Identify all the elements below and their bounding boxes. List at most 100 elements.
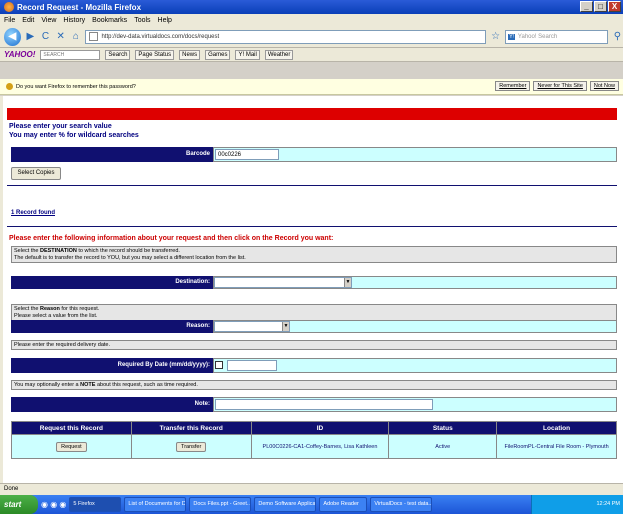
address-bar[interactable]: http://dev-data.virtualdocs.com/docs/req… <box>85 29 487 44</box>
note-help: You may optionally enter a NOTE about th… <box>11 380 617 390</box>
remember-button[interactable]: Remember <box>495 81 531 91</box>
window-controls: _ □ X <box>580 1 621 12</box>
home-icon[interactable]: ⌂ <box>70 30 81 44</box>
records-found-link[interactable]: 1 Record found <box>11 210 55 216</box>
destination-label: Destination: <box>11 276 213 289</box>
column-header: Location <box>496 421 617 435</box>
back-icon[interactable]: ◀ <box>4 27 21 46</box>
task-docs-files[interactable]: Docs Files.ppt - Greet... <box>189 497 252 512</box>
notification-buttons: Remember Never for This Site Not Now <box>495 81 619 91</box>
status-text: Done <box>4 486 19 492</box>
task-virtualdocs[interactable]: VirtualDocs - test data... <box>370 497 433 512</box>
record-status: Active <box>388 434 498 459</box>
menu-edit[interactable]: Edit <box>22 17 34 24</box>
system-tray: 12:24 PM <box>531 495 623 514</box>
reason-help-line2: Please select a value from the list. <box>14 313 98 319</box>
chevron-down-icon[interactable]: ▼ <box>344 278 351 287</box>
reason-help: Select the Reason for this request. Plea… <box>11 304 617 321</box>
task-list-documents[interactable]: List of Documents for D... <box>124 497 187 512</box>
toolbar-item-news[interactable]: News <box>179 49 201 60</box>
records-table: Request this Record Transfer this Record… <box>11 421 617 459</box>
task-adobe-reader[interactable]: Adobe Reader <box>319 497 368 512</box>
maximize-button[interactable]: □ <box>594 1 607 12</box>
menu-help[interactable]: Help <box>158 17 172 24</box>
password-notification-bar: Do you want Firefox to remember this pas… <box>0 79 623 95</box>
search-placeholder: Yahoo! Search <box>517 33 558 40</box>
column-header: ID <box>250 421 390 435</box>
info-icon <box>6 83 13 90</box>
calendar-icon[interactable] <box>215 361 223 369</box>
search-box[interactable]: Y! Yahoo! Search <box>505 29 608 44</box>
destination-select[interactable]: ▼ <box>214 277 352 288</box>
clock[interactable]: 12:24 PM <box>596 501 620 507</box>
window-titlebar[interactable]: Record Request - Mozilla Firefox _ □ X <box>0 0 623 14</box>
reason-select[interactable]: ▼ <box>214 321 290 332</box>
address-text: http://dev-data.virtualdocs.com/docs/req… <box>101 33 220 40</box>
destination-help-text-2: to which the record should be transferre… <box>76 248 180 254</box>
menu-file[interactable]: File <box>4 17 15 24</box>
destination-help-bold: DESTINATION <box>40 248 77 254</box>
destination-help: Select the DESTINATION to which the reco… <box>11 246 617 263</box>
record-id: PL00C0226-CA1-Coffey-Barnes, Lisa Kathle… <box>250 434 390 459</box>
not-now-button[interactable]: Not Now <box>589 81 619 91</box>
search-engine-icon[interactable]: Y! <box>508 33 515 40</box>
toolbar-item-mail[interactable]: Y! Mail <box>235 49 260 60</box>
select-copies-button[interactable]: Select Copies <box>11 167 61 180</box>
table-header-row: Request this Record Transfer this Record… <box>11 421 617 435</box>
toolbar-item-weather[interactable]: Weather <box>264 49 294 60</box>
task-demo-software[interactable]: Demo Software Applicati... <box>254 497 317 512</box>
windows-taskbar: start ◉ ◉ ◉ 5 Firefox List of Documents … <box>0 495 623 514</box>
page-content: Please enter your search value You may e… <box>0 96 623 483</box>
menu-bookmarks[interactable]: Bookmarks <box>92 17 127 24</box>
request-button[interactable]: Request <box>56 441 87 452</box>
note-help-text: You may optionally enter a <box>14 382 81 388</box>
window-title: Record Request - Mozilla Firefox <box>17 2 142 12</box>
navigation-bar: ◀ ▶ C ✕ ⌂ http://dev-data.virtualdocs.co… <box>0 26 623 48</box>
note-help-text-2: about this request, such as time require… <box>95 382 198 388</box>
toolbar-item-games[interactable]: Games <box>205 49 231 60</box>
request-instruction: Please enter the following information a… <box>9 235 334 242</box>
quick-launch-icon[interactable]: ◉ ◉ ◉ <box>41 500 66 509</box>
bookmark-star-icon[interactable]: ☆ <box>490 30 501 44</box>
close-button[interactable]: X <box>608 1 621 12</box>
reason-label: Reason: <box>11 320 213 333</box>
required-date-label: Required By Date (mm/dd/yyyy): <box>11 358 213 373</box>
required-date-input[interactable] <box>227 360 277 371</box>
yahoo-search-input[interactable]: SEARCH <box>40 49 101 60</box>
task-firefox[interactable]: 5 Firefox <box>69 497 122 512</box>
menu-view[interactable]: View <box>41 17 56 24</box>
header-red-bar <box>7 108 617 120</box>
minimize-button[interactable]: _ <box>580 1 593 12</box>
transfer-cell: Transfer <box>130 434 252 459</box>
note-input[interactable] <box>215 399 433 410</box>
forward-icon[interactable]: ▶ <box>25 30 36 44</box>
date-help: Please enter the required delivery date. <box>11 340 617 350</box>
chevron-down-icon[interactable]: ▼ <box>282 322 289 331</box>
page-icon <box>89 32 99 41</box>
request-cell: Request <box>11 434 132 459</box>
menu-tools[interactable]: Tools <box>134 17 150 24</box>
reason-help-text-2: for this request. <box>59 306 100 312</box>
stop-icon[interactable]: ✕ <box>55 30 66 44</box>
yahoo-logo[interactable]: YAHOO! <box>4 50 35 59</box>
start-button[interactable]: start <box>0 495 38 514</box>
table-row: Request Transfer PL00C0226-CA1-Coffey-Ba… <box>11 434 617 459</box>
status-bar: Done <box>0 483 623 495</box>
notification-text: Do you want Firefox to remember this pas… <box>16 83 136 90</box>
menu-history[interactable]: History <box>63 17 85 24</box>
barcode-input[interactable]: 00c0226 <box>215 149 279 160</box>
reason-help-text: Select the <box>14 306 40 312</box>
column-header: Status <box>388 421 498 435</box>
column-header: Request this Record <box>11 421 132 435</box>
search-go-icon[interactable]: ⚲ <box>612 30 623 44</box>
barcode-label: Barcode <box>11 147 213 162</box>
note-help-bold: NOTE <box>80 382 96 388</box>
never-for-site-button[interactable]: Never for This Site <box>533 81 587 91</box>
divider <box>7 226 617 227</box>
wildcard-heading: You may enter % for wildcard searches <box>9 132 139 139</box>
yahoo-search-button[interactable]: Search <box>105 49 131 60</box>
toolbar-item-page-status[interactable]: Page Status <box>135 49 175 60</box>
reload-icon[interactable]: C <box>40 30 51 44</box>
transfer-button[interactable]: Transfer <box>176 441 207 452</box>
destination-help-line2: The default is to transfer the record to… <box>14 255 246 261</box>
